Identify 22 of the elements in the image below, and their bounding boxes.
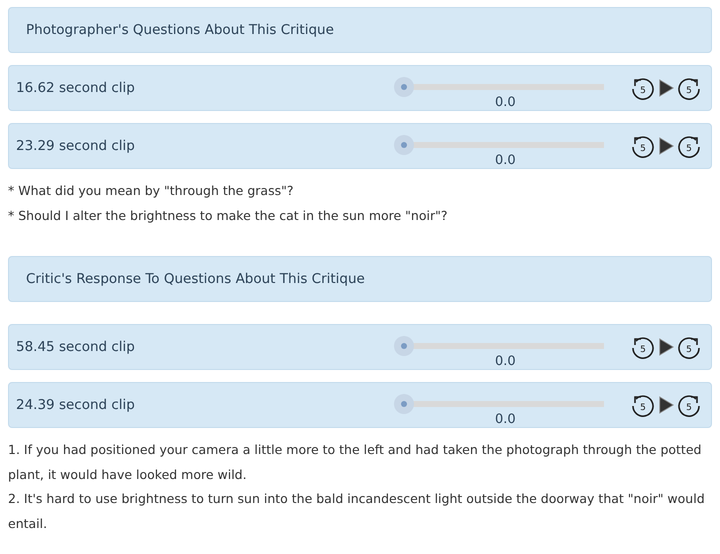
play-button[interactable] [658,137,674,155]
note-text: 1. If you had positioned your camera a little more to the left and had taken the photograph through the potted plant, it would have looked more wild. [8,441,702,484]
play-button[interactable] [658,338,674,356]
time-reading: 0.0 [495,152,516,170]
note-text: 2. It's hard to use brightness to turn sun into the bald incandescent light outside the doorway that "noir" would entail. [8,490,706,532]
seek-thumb[interactable] [394,394,414,414]
note-text: * What did you mean by "through the grass"? [8,182,294,200]
seek-thumb[interactable] [394,336,414,356]
time-reading: 0.0 [495,411,516,429]
section-header: Photographer's Questions About This Critique [8,7,712,53]
clip-label: 24.39 second clip [16,396,136,415]
time-reading: 0.0 [495,353,516,371]
seek-thumb[interactable] [394,135,414,155]
time-reading: 0.0 [495,94,516,112]
seek-thumb[interactable] [394,77,414,97]
clip-label: 16.62 second clip [16,78,136,98]
section-header: Critic's Response To Questions About This Critique [8,256,712,302]
note-text: * Should I alter the brightness to make the cat in the sun more "noir"? [8,206,448,225]
play-button[interactable] [658,396,674,414]
clip-label: 58.45 second clip [16,338,136,357]
clip-label: 23.29 second clip [16,136,136,156]
play-button[interactable] [658,79,674,97]
